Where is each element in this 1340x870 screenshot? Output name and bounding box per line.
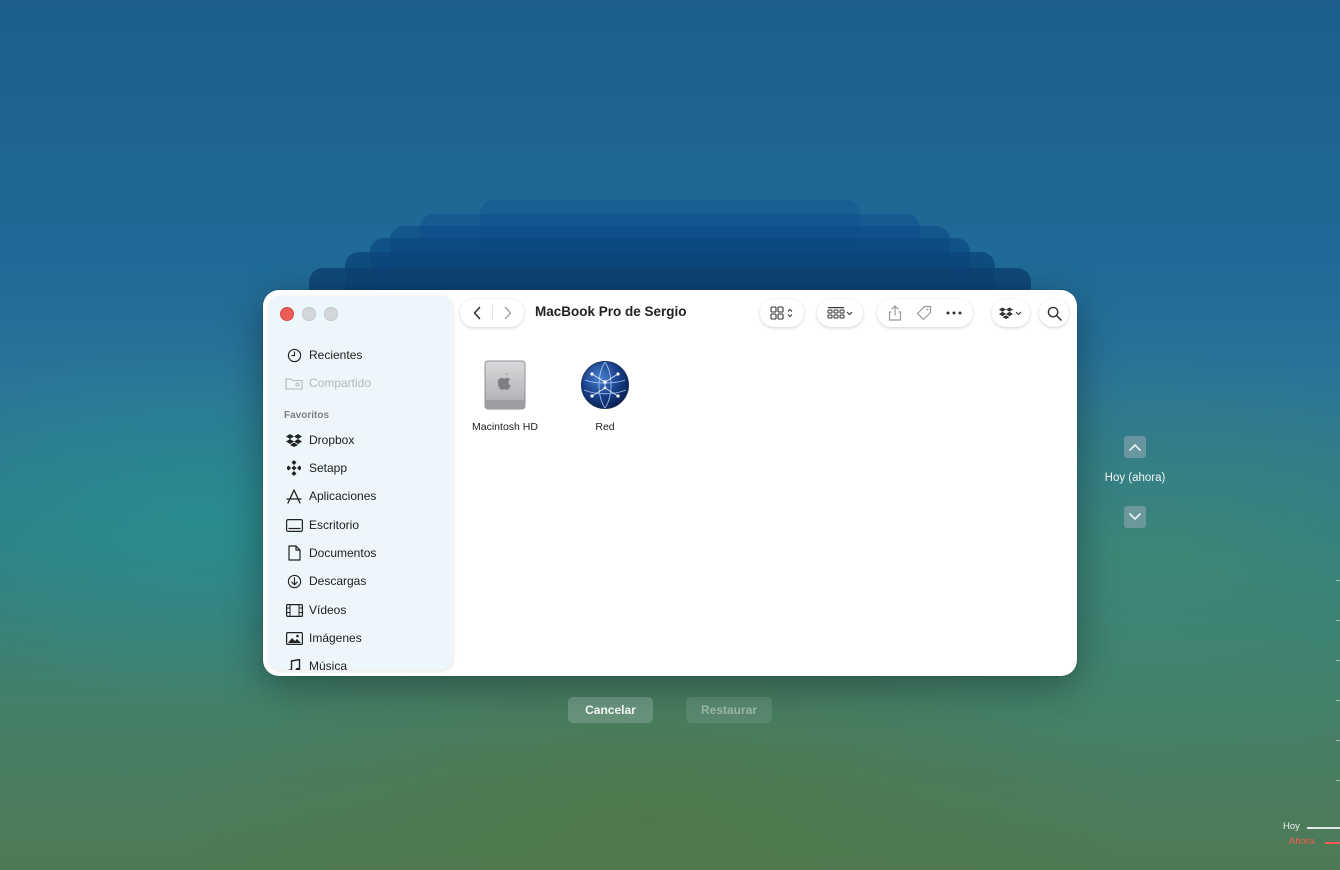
next-backup-button[interactable] <box>1124 506 1146 528</box>
sidebar-item-musica[interactable]: Música <box>285 655 347 670</box>
file-item-label: Macintosh HD <box>472 421 538 433</box>
clock-icon <box>285 346 303 364</box>
timeline-tick <box>1336 660 1340 661</box>
network-globe-icon <box>580 360 630 415</box>
sidebar-item-label: Imágenes <box>309 631 362 645</box>
view-mode-button[interactable] <box>760 299 804 327</box>
restore-button[interactable]: Restaurar <box>686 697 772 723</box>
image-icon <box>285 629 303 647</box>
timeline-today-marker[interactable] <box>1307 827 1340 829</box>
navigation-controls <box>460 299 524 327</box>
search-icon <box>1047 306 1062 321</box>
sidebar-item-label: Vídeos <box>309 603 347 617</box>
finder-sidebar: Recientes Compartido Favoritos Dropbox S… <box>269 296 453 670</box>
favorites-heading: Favoritos <box>284 410 330 421</box>
sidebar-item-label: Escritorio <box>309 518 360 532</box>
tag-button[interactable] <box>916 305 932 321</box>
dropbox-icon <box>285 431 303 449</box>
share-button[interactable] <box>888 305 902 321</box>
minimize-button[interactable] <box>302 307 316 321</box>
timeline-tick <box>1336 780 1340 781</box>
group-by-button[interactable] <box>817 299 863 327</box>
forward-button[interactable] <box>503 306 513 320</box>
sidebar-item-setapp[interactable]: Setapp <box>285 457 347 479</box>
sidebar-item-imagenes[interactable]: Imágenes <box>285 627 362 649</box>
chevron-down-icon <box>1129 513 1141 521</box>
sidebar-item-label: Aplicaciones <box>309 489 377 503</box>
time-machine-navigator: Hoy (ahora) <box>1090 436 1180 528</box>
timeline-tick <box>1336 740 1340 741</box>
sidebar-item-documentos[interactable]: Documentos <box>285 542 376 564</box>
back-button[interactable] <box>472 306 482 320</box>
sidebar-item-escritorio[interactable]: Escritorio <box>285 514 359 536</box>
sidebar-item-recientes[interactable]: Recientes <box>285 344 362 366</box>
file-item-macintosh-hd[interactable]: Macintosh HD <box>467 360 543 433</box>
film-icon <box>285 601 303 619</box>
dropbox-menu-button[interactable] <box>992 299 1030 327</box>
close-button[interactable] <box>280 307 294 321</box>
sidebar-item-label: Documentos <box>309 546 377 560</box>
sidebar-item-label: Dropbox <box>309 433 355 447</box>
ellipsis-icon <box>946 311 962 315</box>
tag-icon <box>916 305 932 321</box>
sidebar-item-compartido[interactable]: Compartido <box>285 372 371 394</box>
desktop-icon <box>285 516 303 534</box>
finder-window: Recientes Compartido Favoritos Dropbox S… <box>263 290 1077 676</box>
more-button[interactable] <box>946 311 962 315</box>
sidebar-item-videos[interactable]: Vídeos <box>285 599 346 621</box>
icon-grid-icon <box>770 306 794 320</box>
shared-folder-icon <box>285 374 303 392</box>
timeline-tick <box>1336 620 1340 621</box>
sidebar-item-aplicaciones[interactable]: Aplicaciones <box>285 485 376 507</box>
sidebar-item-label: Música <box>309 659 348 670</box>
timeline-today-label[interactable]: Hoy <box>1283 821 1300 832</box>
cancel-button[interactable]: Cancelar <box>568 697 653 723</box>
file-item-label: Red <box>595 421 615 433</box>
search-button[interactable] <box>1039 299 1069 327</box>
sidebar-item-label: Setapp <box>309 461 348 475</box>
share-icon <box>888 305 902 321</box>
window-controls <box>280 307 338 321</box>
timeline-now-label[interactable]: Ahora <box>1289 836 1314 847</box>
chevron-left-icon <box>473 306 480 320</box>
setapp-icon <box>285 459 303 477</box>
chevron-right-icon <box>504 306 511 320</box>
current-backup-label: Hoy (ahora) <box>1104 472 1166 484</box>
timeline-tick <box>1336 580 1340 581</box>
applications-icon <box>285 487 303 505</box>
file-item-red[interactable]: Red <box>567 360 643 433</box>
download-icon <box>285 572 303 590</box>
sidebar-item-label: Compartido <box>309 376 372 390</box>
group-grid-icon <box>827 306 853 320</box>
hard-drive-icon <box>484 360 526 415</box>
sidebar-item-descargas[interactable]: Descargas <box>285 570 366 592</box>
actions-group <box>877 299 973 327</box>
timeline-now-marker[interactable] <box>1325 842 1340 844</box>
dropbox-icon <box>999 307 1023 319</box>
zoom-button[interactable] <box>324 307 338 321</box>
document-icon <box>285 544 303 562</box>
chevron-up-icon <box>1129 443 1141 451</box>
window-title: MacBook Pro de Sergio <box>535 304 687 319</box>
music-note-icon <box>285 657 303 670</box>
timeline-tick <box>1336 700 1340 701</box>
previous-backup-button[interactable] <box>1124 436 1146 458</box>
sidebar-item-label: Recientes <box>309 348 363 362</box>
sidebar-item-dropbox[interactable]: Dropbox <box>285 429 354 451</box>
sidebar-item-label: Descargas <box>309 574 367 588</box>
